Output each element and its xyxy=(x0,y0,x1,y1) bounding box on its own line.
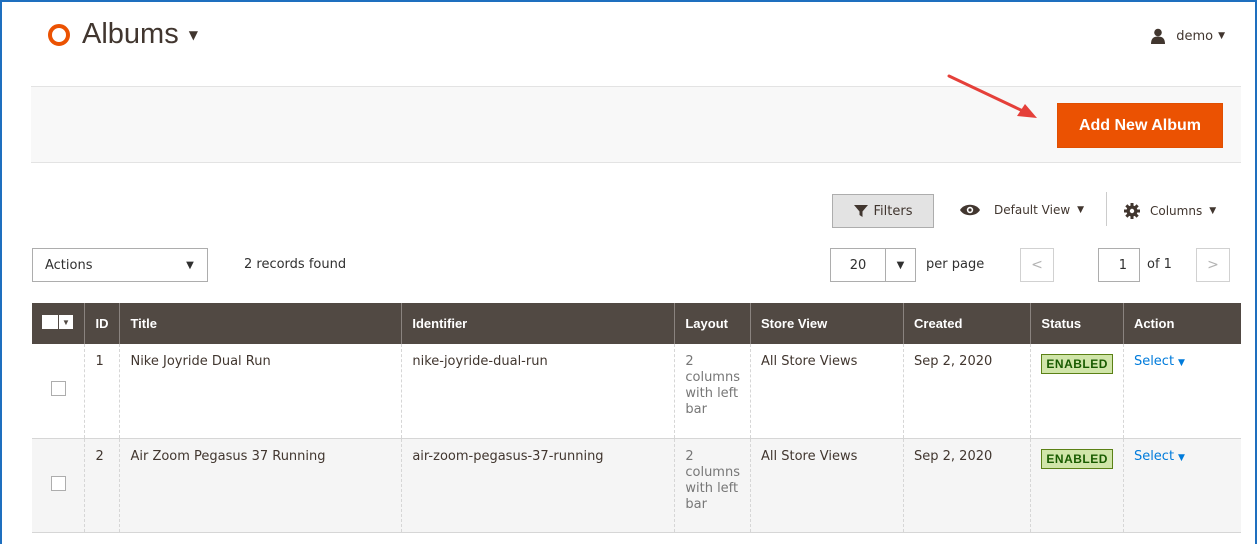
caret-down-icon: ▼ xyxy=(1178,452,1185,463)
row-action-label: Select xyxy=(1133,354,1175,369)
column-header-created[interactable]: Created xyxy=(903,303,1031,344)
chevron-right-icon: > xyxy=(1207,257,1219,273)
row-action-select[interactable]: Select ▼ xyxy=(1134,354,1185,369)
cell-store-view: All Store Views xyxy=(749,344,904,439)
cell-id: 1 xyxy=(84,344,120,439)
status-badge: ENABLED xyxy=(1041,448,1113,469)
user-icon xyxy=(1151,28,1166,44)
column-header-action: Action xyxy=(1122,303,1241,344)
layout-text: 2 columns with left bar xyxy=(685,448,740,512)
row-action-label: Select xyxy=(1133,448,1175,464)
cell-status: ENABLED xyxy=(1030,438,1124,533)
albums-grid: ▼ ID Title Identifier Layout Store View … xyxy=(32,303,1241,533)
grid-header-row: ▼ ID Title Identifier Layout Store View … xyxy=(32,303,1241,344)
cell-layout: 2 columns with left bar xyxy=(674,438,751,533)
user-menu[interactable]: demo ▼ xyxy=(1150,28,1225,44)
cell-identifier: air-zoom-pegasus-37-running xyxy=(401,438,675,533)
page-actions-bar: Add New Album xyxy=(31,86,1241,163)
eye-icon xyxy=(960,204,980,216)
cell-created: Sep 2, 2020 xyxy=(903,438,1031,533)
page-title[interactable]: Albums ▼ xyxy=(48,18,198,51)
funnel-icon xyxy=(853,205,868,217)
cell-action: Select ▼ xyxy=(1122,344,1241,439)
row-checkbox[interactable] xyxy=(50,475,66,491)
view-switcher[interactable]: Default View ▼ xyxy=(960,203,1084,217)
caret-down-icon[interactable]: ▼ xyxy=(59,315,73,329)
columns-control[interactable]: Columns ▼ xyxy=(1124,203,1216,219)
annotation-arrow-icon xyxy=(947,74,1037,118)
mass-actions-select[interactable]: Actions ▼ xyxy=(32,248,208,282)
cell-title: Nike Joyride Dual Run xyxy=(119,344,402,439)
cell-layout: 2 columns with left bar xyxy=(674,344,751,439)
caret-down-icon[interactable]: ▼ xyxy=(189,28,198,42)
layout-text: 2 columns with left bar xyxy=(685,354,740,417)
row-checkbox[interactable] xyxy=(50,381,66,397)
page-title-text: Albums xyxy=(82,18,179,50)
status-badge: ENABLED xyxy=(1041,354,1113,374)
cell-store-view: All Store Views xyxy=(749,438,904,533)
cell-id: 2 xyxy=(84,438,120,533)
table-row[interactable]: 1 Nike Joyride Dual Run nike-joyride-dua… xyxy=(32,344,1241,439)
page-number-input[interactable]: 1 xyxy=(1098,248,1140,282)
ring-logo-icon xyxy=(48,23,70,46)
cell-status: ENABLED xyxy=(1030,344,1124,439)
filters-label: Filters xyxy=(873,203,913,219)
toolbar-divider xyxy=(1106,192,1107,226)
column-header-layout[interactable]: Layout xyxy=(674,303,751,344)
columns-label: Columns xyxy=(1150,204,1203,218)
row-action-select[interactable]: Select ▼ xyxy=(1134,449,1185,464)
view-label: Default View xyxy=(994,203,1071,217)
total-pages-label: of 1 xyxy=(1147,257,1172,272)
table-row[interactable]: 2 Air Zoom Pegasus 37 Running air-zoom-p… xyxy=(32,438,1241,533)
column-header-identifier[interactable]: Identifier xyxy=(401,303,675,344)
mass-actions-label: Actions xyxy=(45,257,93,273)
caret-down-icon[interactable]: ▼ xyxy=(173,249,207,281)
column-header-id[interactable]: ID xyxy=(84,303,120,344)
mass-select-checkbox[interactable] xyxy=(42,315,58,329)
cell-title: Air Zoom Pegasus 37 Running xyxy=(119,438,402,533)
records-found: 2 records found xyxy=(244,257,347,272)
per-page-label: per page xyxy=(926,257,985,272)
next-page-button[interactable]: > xyxy=(1196,248,1230,282)
mass-select-header[interactable]: ▼ xyxy=(32,303,85,344)
per-page-value: 20 xyxy=(849,257,867,273)
mass-select-control[interactable]: ▼ xyxy=(42,315,73,329)
row-select-cell[interactable] xyxy=(32,344,85,439)
column-header-status[interactable]: Status xyxy=(1030,303,1124,344)
add-new-album-button[interactable]: Add New Album xyxy=(1057,103,1223,148)
chevron-left-icon: < xyxy=(1031,257,1043,273)
cell-action: Select ▼ xyxy=(1122,438,1241,533)
caret-down-icon: ▼ xyxy=(1077,205,1085,215)
row-select-cell[interactable] xyxy=(32,438,85,533)
caret-down-icon: ▼ xyxy=(1178,358,1185,368)
cell-created: Sep 2, 2020 xyxy=(903,344,1031,439)
user-name: demo xyxy=(1176,28,1214,44)
column-header-title[interactable]: Title xyxy=(119,303,402,344)
previous-page-button[interactable]: < xyxy=(1020,248,1054,282)
gear-icon xyxy=(1124,203,1140,219)
filters-button[interactable]: Filters xyxy=(832,194,934,228)
per-page-select[interactable]: 20 ▼ xyxy=(830,248,916,282)
cell-identifier: nike-joyride-dual-run xyxy=(401,344,675,439)
caret-down-icon[interactable]: ▼ xyxy=(885,249,915,281)
caret-down-icon: ▼ xyxy=(1218,31,1225,41)
caret-down-icon: ▼ xyxy=(1209,206,1217,216)
column-header-store-view[interactable]: Store View xyxy=(749,303,904,344)
